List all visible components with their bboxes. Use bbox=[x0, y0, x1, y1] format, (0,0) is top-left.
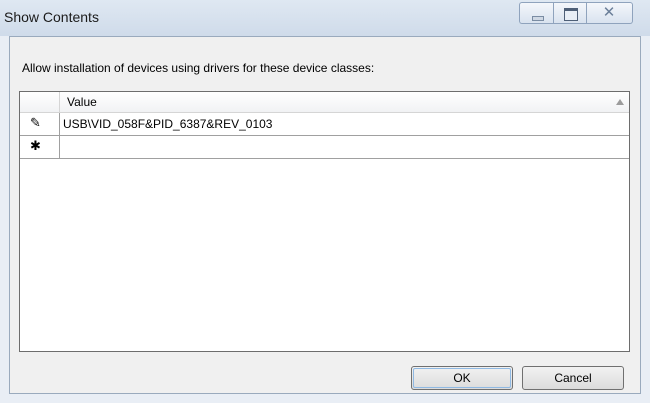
show-contents-window: Show Contents ✕ Allow installation of de… bbox=[0, 0, 650, 403]
value-cell[interactable]: USB\VID_058F&PID_6387&REV_0103 bbox=[63, 117, 272, 131]
minimize-icon bbox=[532, 16, 544, 21]
window-title: Show Contents bbox=[4, 9, 99, 25]
close-icon: ✕ bbox=[602, 4, 616, 21]
maximize-button[interactable] bbox=[553, 2, 587, 24]
ok-button[interactable]: OK bbox=[411, 366, 513, 390]
values-grid: Value ✎ USB\VID_058F&PID_6387&REV_0103 ✱ bbox=[19, 91, 630, 352]
minimize-button[interactable] bbox=[519, 2, 553, 24]
row-selector[interactable]: ✱ bbox=[20, 136, 60, 158]
maximize-icon bbox=[564, 8, 578, 21]
grid-header: Value bbox=[20, 92, 629, 113]
title-bar[interactable]: Show Contents ✕ bbox=[0, 0, 650, 36]
dialog-prompt: Allow installation of devices using driv… bbox=[22, 61, 375, 75]
close-button[interactable]: ✕ bbox=[587, 2, 633, 24]
sort-ascending-icon bbox=[616, 99, 624, 105]
column-header-value[interactable]: Value bbox=[67, 95, 97, 109]
new-row[interactable]: ✱ bbox=[20, 136, 629, 159]
cancel-button[interactable]: Cancel bbox=[522, 366, 624, 390]
asterisk-icon: ✱ bbox=[30, 138, 41, 153]
row-selector[interactable]: ✎ bbox=[20, 113, 60, 135]
pencil-icon: ✎ bbox=[30, 115, 41, 130]
table-row[interactable]: ✎ USB\VID_058F&PID_6387&REV_0103 bbox=[20, 113, 629, 136]
grid-header-corner[interactable] bbox=[20, 92, 60, 113]
new-value-cell[interactable] bbox=[60, 136, 629, 158]
